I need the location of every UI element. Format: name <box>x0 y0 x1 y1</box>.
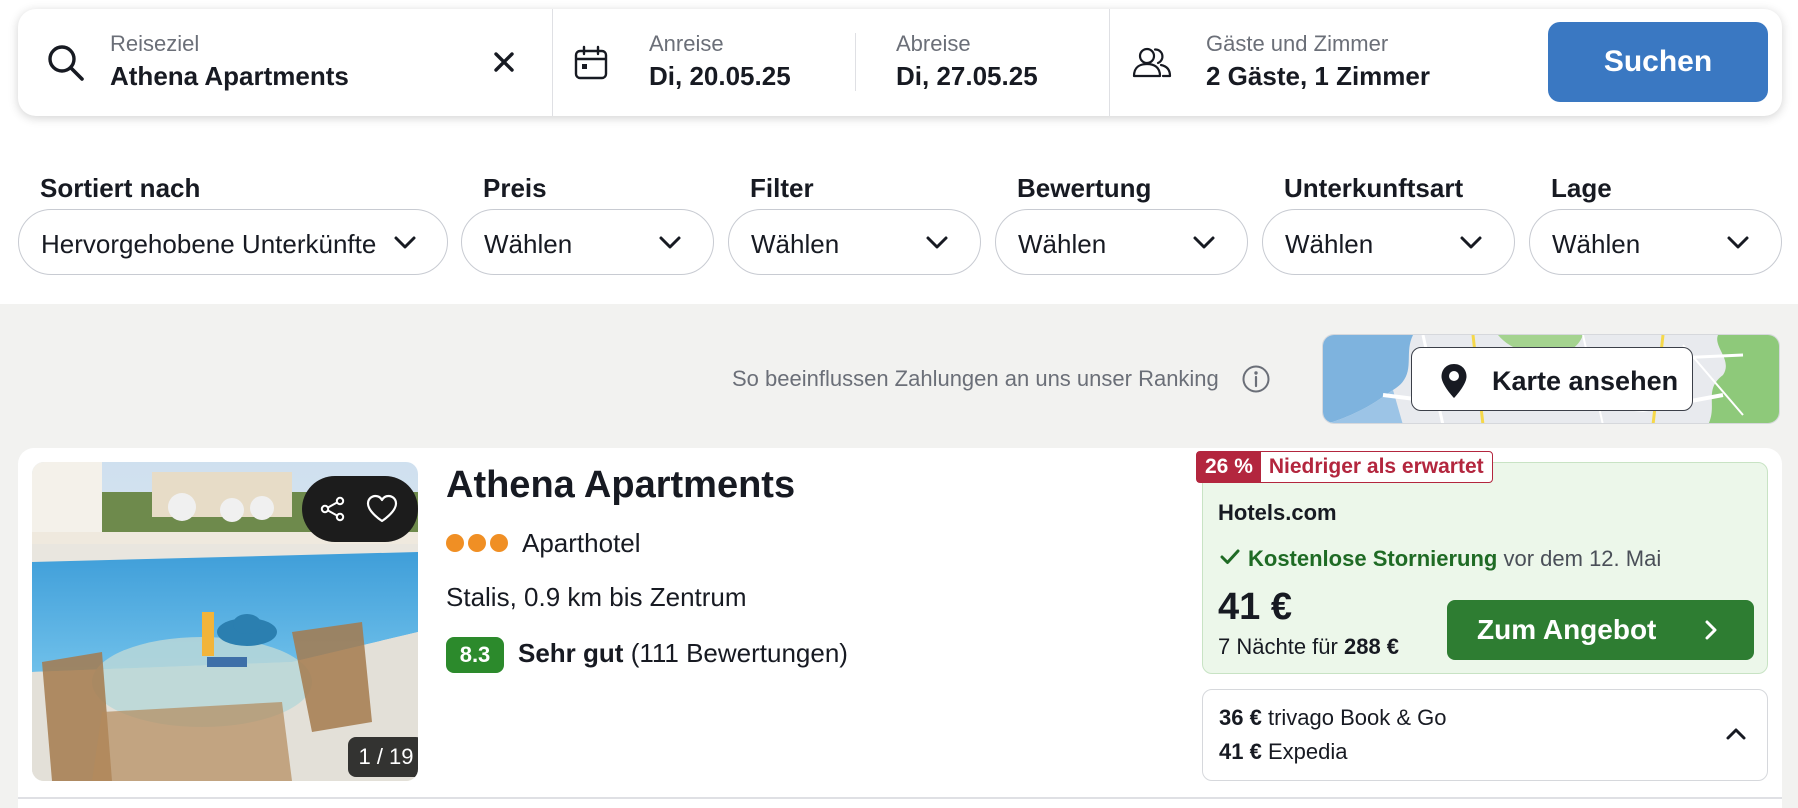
alt-deal-price: 41 € <box>1219 739 1262 764</box>
star-icon <box>446 534 464 552</box>
deal-provider: Hotels.com <box>1218 500 1337 525</box>
map-pin-icon <box>1441 364 1467 398</box>
alt-deal-price: 36 € <box>1219 705 1262 730</box>
nights-total-price: 288 € <box>1343 634 1400 659</box>
filter-label: Filter <box>750 173 814 203</box>
filter-value: Wählen <box>1018 229 1107 259</box>
star-rating <box>446 534 512 557</box>
alt-deal-provider: Expedia <box>1267 739 1348 764</box>
view-map-label: Karte ansehen <box>1492 366 1679 396</box>
chevron-up-icon[interactable] <box>1725 726 1747 742</box>
photo-counter: 1 / 19 <box>348 737 418 777</box>
search-bar: Reiseziel Athena Apartments Anreise Di, … <box>18 9 1782 116</box>
alt-deal-row: 41 € Expedia <box>1219 739 1347 765</box>
chevron-down-icon <box>926 236 948 249</box>
free-cancellation: Kostenlose Stornierung vor dem 12. Mai <box>1220 546 1661 572</box>
filter-value: Wählen <box>484 229 573 259</box>
filter-label: Sortiert nach <box>40 173 201 203</box>
guests-icon <box>1132 47 1172 78</box>
sort-select[interactable]: Hervorgehobene Unterkünfte <box>18 209 448 275</box>
rating-select[interactable]: Wählen <box>995 209 1248 275</box>
search-icon <box>48 45 84 81</box>
chevron-down-icon <box>1460 236 1482 249</box>
price-select[interactable]: Wählen <box>461 209 714 275</box>
hotel-type: Aparthotel <box>522 528 641 558</box>
checkin-label: Anreise <box>649 31 724 56</box>
guests-label: Gäste und Zimmer <box>1206 31 1389 56</box>
hotel-card[interactable]: 1 / 19 Athena Apartments Aparthotel Stal… <box>18 448 1782 808</box>
discount-text: Niedriger als erwartet <box>1268 455 1484 478</box>
calendar-icon <box>574 45 608 80</box>
info-icon[interactable] <box>1241 364 1271 394</box>
checkout-value: Di, 27.05.25 <box>896 61 1038 91</box>
view-deal-label: Zum Angebot <box>1477 614 1657 645</box>
hotel-name[interactable]: Athena Apartments <box>446 464 795 507</box>
destination-field[interactable]: Reiseziel Athena Apartments <box>18 9 552 116</box>
checkout-label: Abreise <box>896 31 971 56</box>
card-divider <box>18 797 1782 799</box>
chevron-right-icon <box>1705 620 1717 640</box>
search-button[interactable]: Suchen <box>1548 22 1768 102</box>
guests-field[interactable]: Gäste und Zimmer 2 Gäste, 1 Zimmer <box>1110 9 1530 116</box>
rating-label: Sehr gut <box>518 638 624 668</box>
checkin-field[interactable]: Anreise Di, 20.05.25 <box>553 9 873 116</box>
chevron-down-icon <box>659 236 681 249</box>
filter-value: Wählen <box>1552 229 1641 259</box>
filter-label: Bewertung <box>1017 173 1152 203</box>
photo-actions <box>302 476 418 542</box>
deal-price: 41 € <box>1218 586 1292 628</box>
filter-value: Wählen <box>751 229 840 259</box>
chevron-down-icon <box>1193 236 1215 249</box>
ranking-note-link[interactable]: So beeinflussen Zahlungen an uns unser R… <box>732 366 1219 392</box>
nights-text: 7 Nächte für <box>1218 634 1338 659</box>
checkin-value: Di, 20.05.25 <box>649 61 791 91</box>
destination-value: Athena Apartments <box>110 61 349 91</box>
alt-deal-row: 36 € trivago Book & Go <box>1219 705 1447 731</box>
filter-label: Unterkunftsart <box>1284 173 1464 203</box>
view-deal-button[interactable]: Zum Angebot <box>1447 600 1754 660</box>
checkout-field[interactable]: Abreise Di, 27.05.25 <box>856 9 1126 116</box>
chevron-down-icon <box>1727 236 1749 249</box>
star-icon <box>490 534 508 552</box>
chevron-down-icon <box>394 236 416 249</box>
filter-select[interactable]: Wählen <box>728 209 981 275</box>
rating-summary[interactable]: Sehr gut (111 Bewertungen) <box>518 638 848 669</box>
hotel-location: Stalis, 0.9 km bis Zentrum <box>446 582 747 612</box>
location-select[interactable]: Wählen <box>1529 209 1782 275</box>
hotel-photo[interactable]: 1 / 19 <box>32 462 418 781</box>
rating-count: (111 Bewertungen) <box>630 638 848 668</box>
nights-total: 7 Nächte für 288 € <box>1218 634 1399 660</box>
filter-label: Lage <box>1551 173 1612 203</box>
rating-score-badge: 8.3 <box>446 637 504 673</box>
property-type-select[interactable]: Wählen <box>1262 209 1515 275</box>
alt-deal-provider: trivago Book & Go <box>1267 705 1447 730</box>
clear-icon[interactable] <box>493 51 515 73</box>
filter-value: Hervorgehobene Unterkünfte <box>41 229 377 259</box>
destination-label: Reiseziel <box>110 31 200 56</box>
filter-value: Wählen <box>1285 229 1374 259</box>
alternative-deals[interactable]: 36 € trivago Book & Go 41 € Expedia <box>1202 689 1768 781</box>
filter-label: Preis <box>483 173 547 203</box>
discount-percent: 26 % <box>1197 452 1261 482</box>
guests-value: 2 Gäste, 1 Zimmer <box>1206 61 1430 91</box>
heart-icon[interactable] <box>366 494 398 524</box>
star-icon <box>468 534 486 552</box>
view-map-button[interactable]: Karte ansehen <box>1411 347 1693 411</box>
share-icon[interactable] <box>320 496 346 522</box>
cancellation-date: vor dem 12. Mai <box>1503 546 1662 571</box>
discount-badge: 26 % Niedriger als erwartet <box>1196 451 1493 483</box>
cancellation-title: Kostenlose Stornierung <box>1248 546 1498 571</box>
